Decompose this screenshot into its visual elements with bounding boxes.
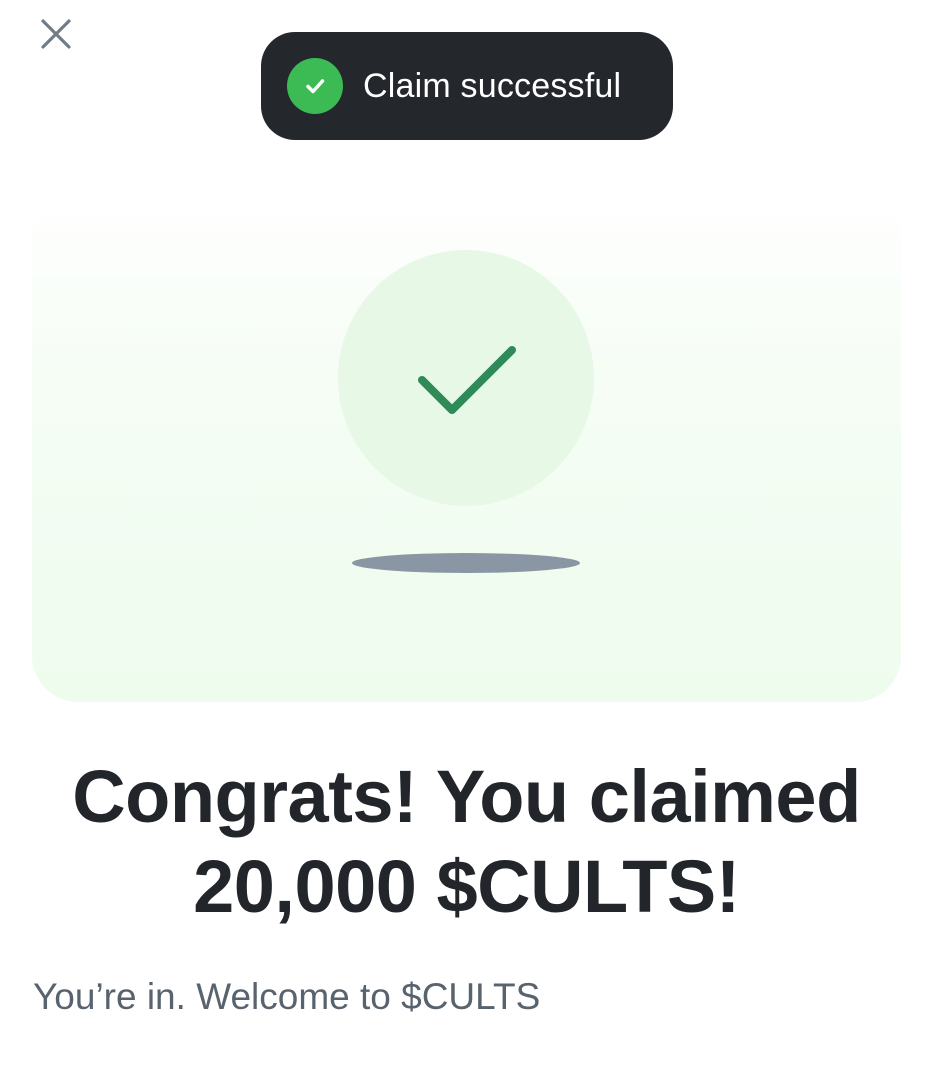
checkmark-icon — [418, 346, 516, 414]
success-illustration — [32, 190, 901, 702]
toast-message: Claim successful — [363, 66, 622, 105]
welcome-subtitle: You’re in. Welcome to $CULTS — [33, 976, 541, 1017]
title-line-2: 20,000 $CULTS! — [193, 845, 740, 928]
close-button[interactable] — [34, 12, 78, 56]
success-circle — [338, 250, 594, 506]
shadow-ellipse — [352, 553, 580, 573]
close-icon — [41, 19, 71, 49]
check-circle-icon — [287, 58, 343, 114]
title-line-1: Congrats! You claimed — [72, 755, 861, 838]
page-title: Congrats! You claimed 20,000 $CULTS! — [0, 752, 933, 932]
toast-notification: Claim successful — [261, 32, 673, 140]
